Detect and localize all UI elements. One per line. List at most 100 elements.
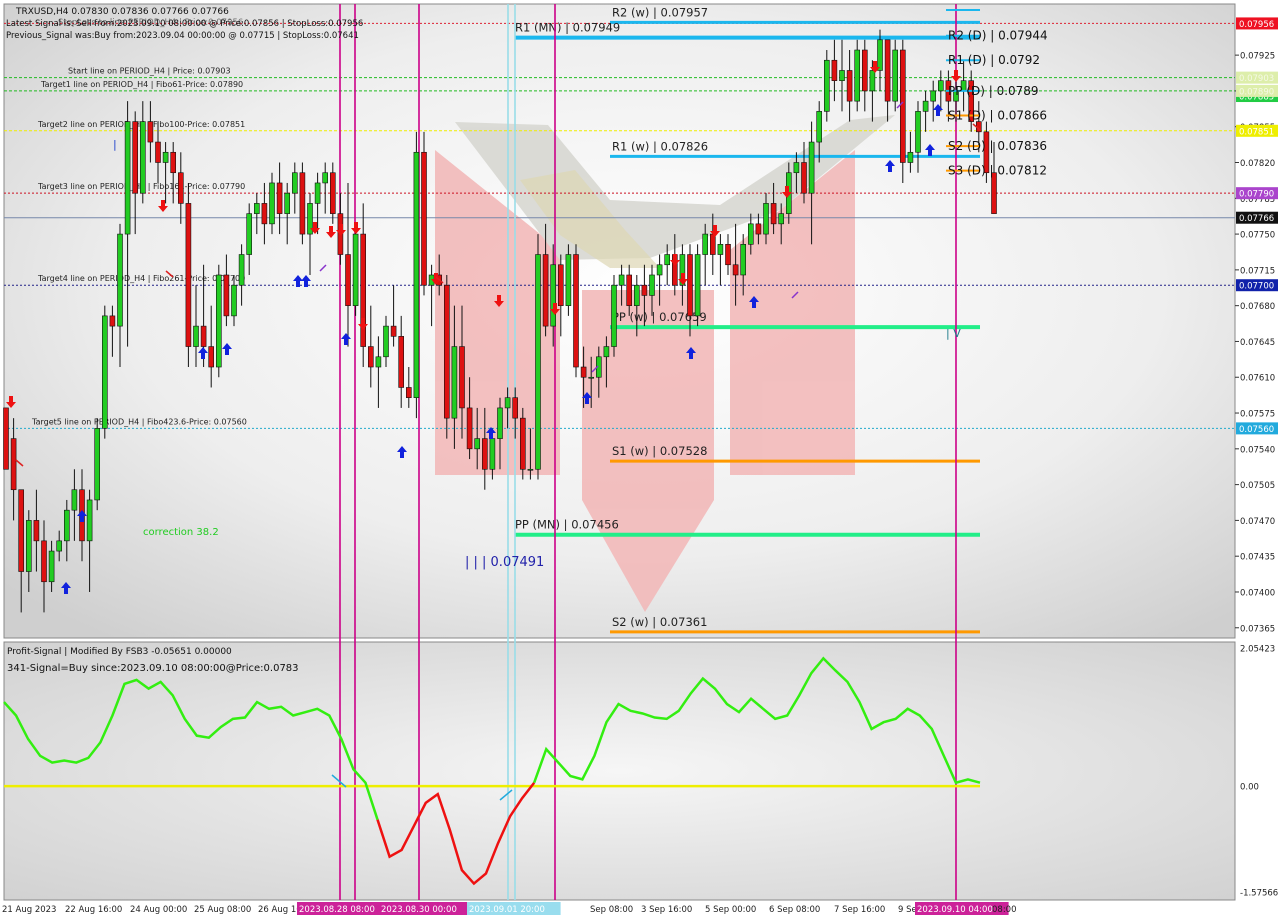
candle-up <box>48 550 55 583</box>
chart-canvas[interactable]: Start line on PERIOD_H4 | Price: 0.07903… <box>0 0 1280 920</box>
x-tick-label: 2023.08.30 00:00 <box>381 905 457 915</box>
candle-up <box>254 203 260 214</box>
candle-up <box>383 325 389 358</box>
candle-up <box>565 254 572 306</box>
price-tag-obscured-label-1: 0.07890 <box>1239 87 1274 97</box>
x-tick-label: 24 Aug 00:00 <box>130 905 187 915</box>
candle-down <box>443 284 450 419</box>
daily-level-label-0: R2 (D) | 0.07944 <box>948 29 1048 43</box>
candle-down <box>899 49 906 163</box>
candle-up <box>793 162 800 174</box>
candle-up <box>56 540 63 552</box>
x-tick-label: 25 Aug 08:00 <box>194 905 251 915</box>
y-tick-label: 0.07715 <box>1240 266 1275 276</box>
pivot-label-4: S1 (w) | 0.07528 <box>612 444 707 458</box>
osc-pane-bg <box>4 642 1235 900</box>
candle-down <box>276 182 283 214</box>
candle-up <box>937 80 944 92</box>
candle-down <box>3 407 9 470</box>
symbol-line: TRXUSD,H4 0.07830 0.07836 0.07766 0.0776… <box>15 7 229 17</box>
daily-level-label-2: PP (D) | 0.0789 <box>948 84 1039 98</box>
pivot-label-5: PP (MN) | 0.07456 <box>515 518 619 532</box>
candle-up <box>504 397 511 409</box>
osc-subtitle: 341-Signal=Buy since:2023.09.10 08:00:00… <box>7 663 299 674</box>
candle-down <box>147 121 154 143</box>
candle-up <box>86 499 93 542</box>
x-tick-label: 5 Sep 00:00 <box>705 905 756 915</box>
osc-title: Profit-Signal | Modified By FSB3 -0.0565… <box>7 647 232 657</box>
candle-up <box>618 274 625 286</box>
candle-up <box>269 182 275 225</box>
candle-down <box>512 397 519 419</box>
candle-up <box>633 284 640 306</box>
candle-up <box>747 223 754 245</box>
candle-up <box>877 39 883 71</box>
candle-up <box>231 284 237 317</box>
candle-down <box>18 489 25 572</box>
x-tick-label: 21 Aug 2023 <box>2 905 56 915</box>
candle-up <box>823 59 830 112</box>
pivot-label-0: R2 (w) | 0.07957 <box>612 5 708 19</box>
candle-up <box>611 284 617 347</box>
candle-up <box>588 376 595 379</box>
y-tick-label: 0.07435 <box>1240 553 1275 563</box>
candle-down <box>861 49 868 92</box>
candle-up <box>603 346 610 358</box>
hline-label-1: Target1 line on PERIOD_H4 | Fibo61-Price… <box>40 80 243 89</box>
candle-down <box>329 172 336 214</box>
candle-up <box>489 438 496 470</box>
candle-down <box>709 233 716 255</box>
hline-label-0: Start line on PERIOD_H4 | Price: 0.07903 <box>68 67 231 76</box>
candle-down <box>200 325 207 347</box>
candle-up <box>246 213 252 255</box>
y-tick-label: 0.07750 <box>1240 231 1275 241</box>
candle-down <box>519 417 526 470</box>
candle-up <box>102 315 108 429</box>
y-tick-label: 0.07540 <box>1240 445 1275 455</box>
candle-up <box>656 264 663 276</box>
candle-up <box>915 111 921 153</box>
candle-up <box>527 468 534 471</box>
candle-up <box>922 100 929 112</box>
candle-down <box>641 284 648 296</box>
candle-up <box>907 151 914 163</box>
y-tick-label: 0.07575 <box>1240 410 1275 420</box>
x-tick-label: 9 Se <box>898 905 917 915</box>
pivot-label-1: R1 (MN) | 0.07949 <box>515 21 620 35</box>
y-tick-label: 0.07820 <box>1240 159 1275 169</box>
correction-label: correction 38.2 <box>143 527 219 538</box>
daily-level-label-1: R1 (D) | 0.0792 <box>948 53 1040 67</box>
y-tick-label: 0.07680 <box>1240 302 1275 312</box>
candle-up <box>892 49 899 102</box>
candle-down <box>466 407 473 450</box>
y-tick-label: 0.07470 <box>1240 517 1275 527</box>
trading-chart[interactable]: Start line on PERIOD_H4 | Price: 0.07903… <box>0 0 1280 920</box>
pivot-label-2: R1 (w) | 0.07826 <box>612 139 708 153</box>
x-tick-label: Sep 08:00 <box>590 905 633 915</box>
candle-up <box>763 203 769 235</box>
candle-down <box>132 121 138 194</box>
candle-down <box>398 336 405 388</box>
candle-up <box>808 141 815 194</box>
price-tag-label-5: 0.07700 <box>1239 282 1274 292</box>
candle-up <box>535 254 541 470</box>
candle-up <box>193 325 199 347</box>
candle-up <box>352 233 359 306</box>
candle-down <box>884 39 891 102</box>
price-tag-label-2: 0.07851 <box>1239 127 1274 137</box>
candle-down <box>223 274 230 317</box>
y-tick-label: 0.07610 <box>1240 374 1275 384</box>
price-tag-label-0: 0.07956 <box>1239 20 1274 30</box>
candle-down <box>185 203 192 347</box>
candle-up <box>162 151 169 163</box>
candle-down <box>801 162 807 194</box>
osc-y-tick-label: -1.57566 <box>1240 889 1278 899</box>
candle-up <box>291 172 298 194</box>
candle-down <box>109 315 116 327</box>
candle-down <box>33 520 40 542</box>
daily-pivots-layer: R2 (D) | 0.07944 R1 (D) | 0.0792 PP (D) | … <box>946 9 1048 178</box>
candle-down <box>542 254 549 327</box>
candle-up <box>216 274 222 368</box>
y-tick-label: 0.07925 <box>1240 52 1275 62</box>
candle-down <box>831 59 838 81</box>
